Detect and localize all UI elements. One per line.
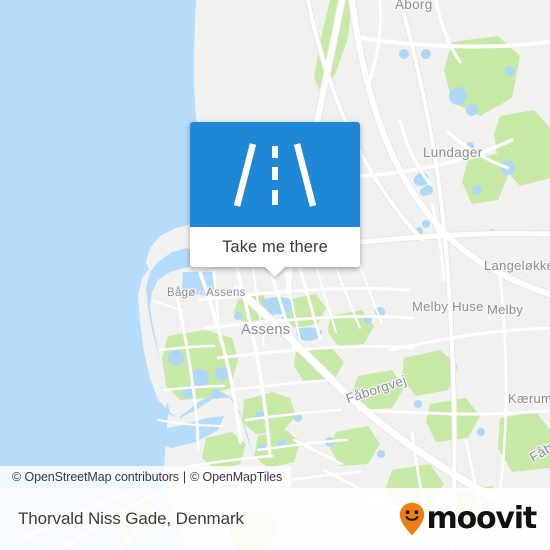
map-popup[interactable]: Take me there [190,122,360,277]
moovit-logo[interactable]: moovit [399,501,538,536]
moovit-pin-smiley-icon [399,502,424,536]
road-icon [234,142,316,207]
attribution-separator: | [182,470,187,484]
take-me-there-label: Take me there [222,237,328,256]
popup-image-panel [190,122,360,227]
moovit-wordmark: moovit [426,501,538,536]
page-title: Thorvald Niss Gade, Denmark [18,509,244,528]
popup-tail-pointer [264,266,286,277]
map-attribution-bar[interactable]: © OpenStreetMap contributors | © OpenMap… [0,466,292,488]
attribution-openmaptiles[interactable]: © OpenMapTiles [190,470,282,484]
take-me-there-button[interactable]: Take me there [190,227,360,277]
map-screen: Åborg Lundager Langeløkke Melby Huse Melby Kæ… [0,0,550,550]
attribution-osm[interactable]: © OpenStreetMap contributors [12,470,179,484]
footer-bar: Thorvald Niss Gade, Denmark moovit [0,488,550,550]
